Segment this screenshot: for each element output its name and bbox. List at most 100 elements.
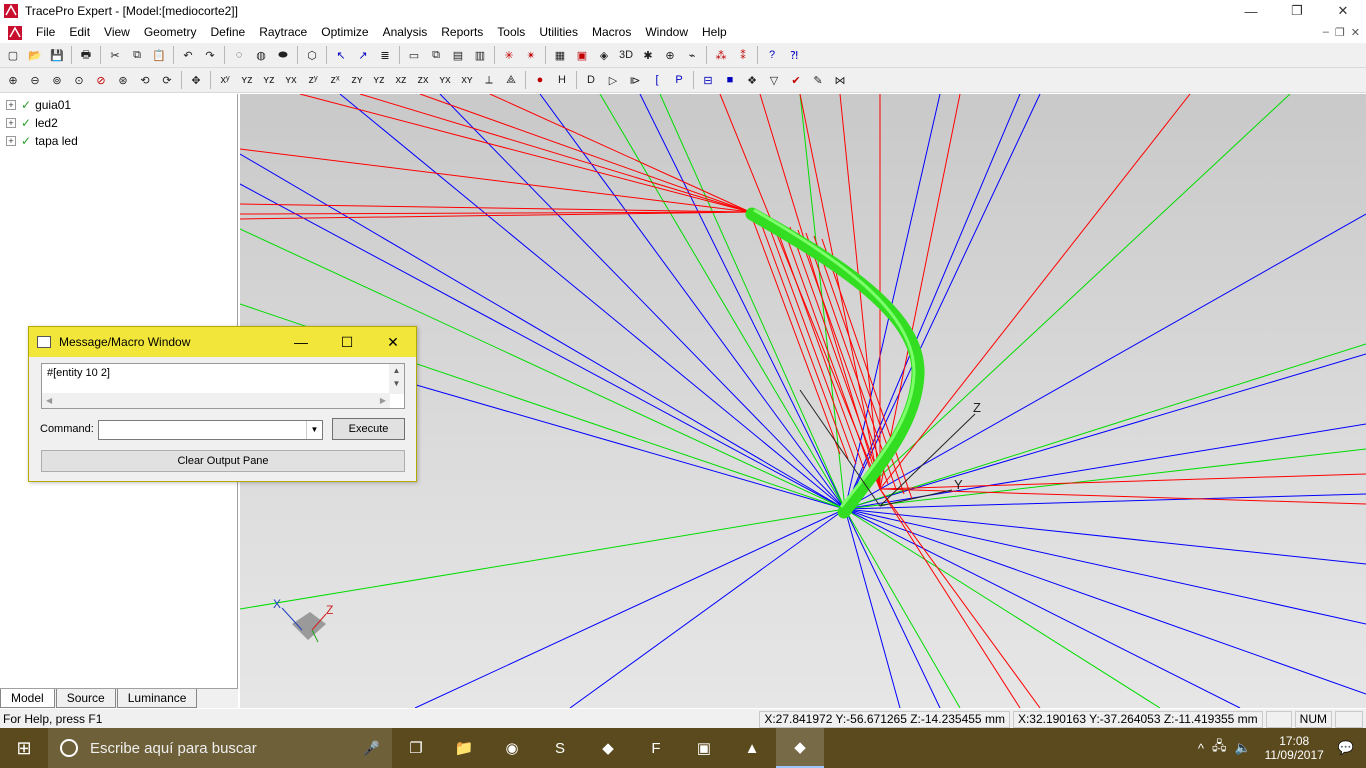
rotate-icon[interactable]: ⟲ — [134, 69, 156, 91]
surface-icon[interactable]: ⧐ — [624, 69, 646, 91]
cascade-icon[interactable]: ⧉ — [425, 44, 447, 66]
rotate-x-icon[interactable]: ⟳ — [156, 69, 178, 91]
view-yz-icon[interactable]: ʏz — [236, 69, 258, 91]
tree-item-guia01[interactable]: + ✓ guia01 — [0, 96, 237, 114]
clock[interactable]: 17:08 11/09/2017 — [1255, 734, 1334, 762]
tracepro-icon[interactable]: ◆ — [584, 728, 632, 768]
view-yx2-icon[interactable]: ʏx — [434, 69, 456, 91]
menu-help[interactable]: Help — [695, 22, 734, 43]
select-object-icon[interactable]: ↗ — [352, 44, 374, 66]
view-xy-icon[interactable]: xʸ — [214, 69, 236, 91]
zoom-prev-icon[interactable]: ⊘ — [90, 69, 112, 91]
render-icon[interactable]: ⬡ — [301, 44, 323, 66]
view-zy-icon[interactable]: zʸ — [302, 69, 324, 91]
output-pane[interactable]: #[entity 10 2] ▲ ▼ ◀ ▶ — [41, 363, 405, 409]
p-icon[interactable]: P — [668, 69, 690, 91]
zoom-out-icon[interactable]: ⊖ — [24, 69, 46, 91]
chevron-down-icon[interactable]: ▼ — [306, 421, 322, 439]
tab-luminance[interactable]: Luminance — [116, 689, 198, 708]
taskbar-search-box[interactable]: Escribe aquí para buscar 🎤 — [48, 728, 392, 768]
trace-icon[interactable]: ● — [529, 69, 551, 91]
view-iso2-icon[interactable]: ⟁ — [500, 69, 522, 91]
3d-icon[interactable]: 3D — [615, 44, 637, 66]
context-help-icon[interactable]: ⁈ — [783, 44, 805, 66]
task-view-icon[interactable]: ❐ — [392, 728, 440, 768]
matlab-icon[interactable]: ▲ — [728, 728, 776, 768]
help-icon[interactable]: ? — [761, 44, 783, 66]
zoom-all-icon[interactable]: ⊙ — [68, 69, 90, 91]
save-icon[interactable]: 💾 — [46, 44, 68, 66]
filezilla-icon[interactable]: F — [632, 728, 680, 768]
print-icon[interactable]: 🖶 — [75, 44, 97, 66]
mdi-restore-button[interactable]: ❐ — [1335, 26, 1345, 39]
paste-icon[interactable]: 📋 — [148, 44, 170, 66]
zoom-in-icon[interactable]: ⊕ — [2, 69, 24, 91]
document-icon[interactable] — [7, 25, 23, 41]
chrome-icon[interactable]: ◉ — [488, 728, 536, 768]
crosshair-icon[interactable]: ⊕ — [659, 44, 681, 66]
open-icon[interactable]: 📂 — [24, 44, 46, 66]
message-minimize-button[interactable]: — — [278, 327, 324, 357]
window-icon[interactable]: ▭ — [403, 44, 425, 66]
bracket-icon[interactable]: [ — [646, 69, 668, 91]
redo-icon[interactable]: ↷ — [199, 44, 221, 66]
close-button[interactable]: ✕ — [1320, 0, 1366, 22]
gem-icon[interactable]: ▽ — [763, 69, 785, 91]
menu-macros[interactable]: Macros — [585, 22, 638, 43]
target-icon[interactable]: ◈ — [593, 44, 615, 66]
lens-icon[interactable]: D — [580, 69, 602, 91]
menu-define[interactable]: Define — [204, 22, 253, 43]
view-zx2-icon[interactable]: zx — [412, 69, 434, 91]
menu-geometry[interactable]: Geometry — [137, 22, 204, 43]
network-app-icon[interactable]: ▣ — [680, 728, 728, 768]
clear-output-pane-button[interactable]: Clear Output Pane — [41, 450, 405, 472]
file-explorer-icon[interactable]: 📁 — [440, 728, 488, 768]
windows-start-icon[interactable]: ⊞ — [0, 728, 48, 768]
execute-button[interactable]: Execute — [332, 418, 405, 440]
menu-view[interactable]: View — [97, 22, 137, 43]
properties-icon[interactable]: ≣ — [374, 44, 396, 66]
minimize-button[interactable]: — — [1228, 0, 1274, 22]
preview-icon[interactable]: ▣ — [571, 44, 593, 66]
view-iso-icon[interactable]: ⟂ — [478, 69, 500, 91]
irradiance-icon[interactable]: ✱ — [637, 44, 659, 66]
vertical-scrollbar[interactable]: ▲ ▼ — [389, 364, 404, 394]
volume-icon[interactable]: 🔈 — [1230, 740, 1254, 756]
scroll-right-icon[interactable]: ▶ — [380, 393, 386, 408]
block-icon[interactable]: ⊟ — [697, 69, 719, 91]
message-window-titlebar[interactable]: Message/Macro Window — ☐ ✕ — [29, 327, 416, 357]
expand-icon[interactable]: + — [6, 118, 16, 128]
show-all-icon[interactable]: ⬬ — [272, 44, 294, 66]
skype-icon[interactable]: S — [536, 728, 584, 768]
axis-icon[interactable]: ⋈ — [829, 69, 851, 91]
ruler-icon[interactable]: ✎ — [807, 69, 829, 91]
undo-icon[interactable]: ↶ — [177, 44, 199, 66]
tree-item-led2[interactable]: + ✓ led2 — [0, 114, 237, 132]
menu-tools[interactable]: Tools — [490, 22, 532, 43]
check-icon[interactable]: ✔ — [785, 69, 807, 91]
scroll-up-icon[interactable]: ▲ — [389, 364, 404, 377]
rev-icon[interactable]: ✴ — [520, 44, 542, 66]
dpl-icon[interactable]: ⁑ — [732, 44, 754, 66]
cut-icon[interactable]: ✂ — [104, 44, 126, 66]
view-zy2-icon[interactable]: zʏ — [346, 69, 368, 91]
command-combobox[interactable]: ▼ — [98, 420, 323, 440]
tab-source[interactable]: Source — [55, 689, 116, 708]
horizontal-scrollbar[interactable]: ◀ ▶ — [42, 393, 390, 408]
show-icon[interactable]: ◍ — [250, 44, 272, 66]
select-icon[interactable]: ↖ — [330, 44, 352, 66]
srt-icon[interactable]: ⁂ — [710, 44, 732, 66]
view-xy2-icon[interactable]: xʏ — [456, 69, 478, 91]
menu-optimize[interactable]: Optimize — [314, 22, 375, 43]
zoom-window-icon[interactable]: ⊚ — [46, 69, 68, 91]
menu-utilities[interactable]: Utilities — [532, 22, 585, 43]
menu-file[interactable]: File — [29, 22, 62, 43]
hide-icon[interactable]: ◌ — [228, 44, 250, 66]
pan-icon[interactable]: ✥ — [185, 69, 207, 91]
mdi-minimize-button[interactable]: – — [1323, 26, 1329, 39]
restore-button[interactable]: ❐ — [1274, 0, 1320, 22]
h-icon[interactable]: H — [551, 69, 573, 91]
plot-icon[interactable]: ⌁ — [681, 44, 703, 66]
grid-icon[interactable]: ▦ — [549, 44, 571, 66]
microphone-icon[interactable]: 🎤 — [363, 740, 380, 757]
